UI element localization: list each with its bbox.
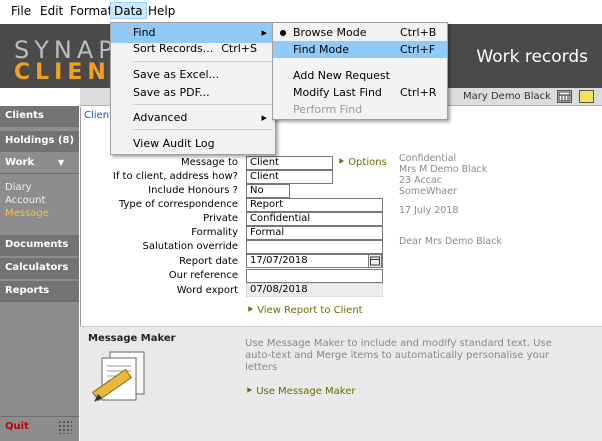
field-label-our-reference: Our reference <box>168 270 238 281</box>
preview-date: 17 July 2018 <box>399 205 459 216</box>
options-link-label: Options <box>348 157 387 168</box>
field-label-message-to: Message to <box>180 157 238 168</box>
preview-salutation: Dear Mrs Demo Black <box>399 236 502 247</box>
menu-edit[interactable]: Edit <box>37 3 66 20</box>
correspondence-type-field[interactable]: Report <box>246 198 383 212</box>
field-label-salutation-override: Salutation override <box>142 241 239 252</box>
menu-separator <box>133 104 273 105</box>
quit-button[interactable]: Quit <box>5 421 29 432</box>
menu-item-sort-records[interactable]: Sort Records... Ctrl+S <box>111 39 275 59</box>
calendar-icon[interactable] <box>368 254 382 268</box>
preview-line: 23 Accac <box>399 175 442 186</box>
preview-line: SomeWhaer <box>399 186 457 197</box>
view-report-label: View Report to Client <box>257 305 363 316</box>
menu-item-add-new-request[interactable]: Add New Request <box>273 67 447 84</box>
submenu-arrow-icon: ▸ <box>261 111 267 124</box>
user-name: Mary Demo Black <box>463 91 551 102</box>
message-to-field[interactable]: Client <box>246 156 333 170</box>
our-reference-field[interactable] <box>246 269 383 283</box>
preview-line: Confidential <box>399 153 457 164</box>
calendar-icon[interactable] <box>557 90 572 103</box>
sidebar-item-message[interactable]: Message <box>5 208 49 219</box>
arrow-right-icon: ⯈ <box>246 305 258 316</box>
menu-item-find-mode-label: Find Mode <box>293 43 350 56</box>
menu-item-browse-label: Browse Mode <box>293 26 367 39</box>
menu-item-find-mode[interactable]: Find Mode Ctrl+F <box>273 41 447 58</box>
sidebar-item-calculators[interactable]: Calculators <box>0 258 79 279</box>
word-export-field: 07/08/2018 <box>246 283 383 297</box>
field-label-report-date: Report date <box>179 256 238 267</box>
menu-help[interactable]: Help <box>145 3 178 20</box>
menu-item-save-pdf[interactable]: Save as PDF... <box>111 83 275 103</box>
menu-separator <box>133 61 273 62</box>
formality-field[interactable]: Formal <box>246 226 383 240</box>
menu-item-browse-mode[interactable]: Browse Mode Ctrl+B <box>273 24 447 41</box>
message-maker-title: Message Maker <box>88 333 176 344</box>
field-label-correspondence-type: Type of correspondence <box>118 199 238 210</box>
sidebar-item-documents[interactable]: Documents <box>0 235 79 256</box>
menu-item-modify-last-find[interactable]: Modify Last Find Ctrl+R <box>273 84 447 101</box>
sidebar: Clients Holdings (8) Work ▼ Diary Accoun… <box>0 106 79 441</box>
menu-item-save-excel[interactable]: Save as Excel... <box>111 65 275 85</box>
menu-item-perform-find: Perform Find <box>273 101 447 118</box>
private-field[interactable]: Confidential <box>246 212 383 226</box>
radio-bullet-icon <box>280 30 286 36</box>
page-title: Work records <box>476 47 588 67</box>
salutation-override-field[interactable] <box>246 240 383 254</box>
address-how-field[interactable]: Client <box>246 170 333 184</box>
message-maker-icon <box>88 350 154 406</box>
field-label-private: Private <box>203 213 238 224</box>
menu-separator <box>133 129 273 130</box>
sidebar-item-work[interactable]: Work ▼ <box>0 153 79 174</box>
sidebar-item-reports[interactable]: Reports <box>0 281 79 302</box>
breadcrumb[interactable]: Client <box>84 110 113 121</box>
grip-icon[interactable] <box>58 420 72 434</box>
preview-line: Mrs M Demo Black <box>399 164 488 175</box>
field-label-word-export: Word export <box>176 285 238 296</box>
menu-item-advanced[interactable]: Advanced ▸ <box>111 108 275 128</box>
shortcut-label: Ctrl+R <box>400 86 437 99</box>
include-honours-field[interactable]: No <box>246 184 290 198</box>
sidebar-item-diary[interactable]: Diary <box>5 182 32 193</box>
menu-item-sort-label: Sort Records... <box>133 42 214 55</box>
field-label-include-honours: Include Honours ? <box>148 185 238 196</box>
shortcut-label: Ctrl+S <box>221 42 257 55</box>
sidebar-item-clients[interactable]: Clients <box>0 106 79 127</box>
message-maker-description: Use Message Maker to include and modify … <box>245 338 552 373</box>
arrow-right-icon: ⯈ <box>245 386 257 397</box>
notes-icon[interactable] <box>579 90 594 103</box>
use-message-maker-label: Use Message Maker <box>256 386 356 397</box>
menu-item-perform-find-label: Perform Find <box>293 103 363 116</box>
field-label-formality: Formality <box>191 227 238 238</box>
shortcut-label: Ctrl+F <box>400 43 436 56</box>
menu-file[interactable]: File <box>8 3 34 20</box>
chevron-down-icon: ▼ <box>58 158 65 167</box>
sidebar-item-holdings[interactable]: Holdings (8) <box>0 131 79 152</box>
menu-item-advanced-label: Advanced <box>133 111 188 124</box>
menu-item-find-label: Find <box>133 26 156 39</box>
menu-data[interactable]: Data <box>110 2 147 19</box>
shortcut-label: Ctrl+B <box>400 26 437 39</box>
menu-item-modify-find-label: Modify Last Find <box>293 86 382 99</box>
arrow-right-icon: ⯈ <box>337 157 349 168</box>
sidebar-item-account[interactable]: Account <box>5 195 45 206</box>
use-message-maker-link[interactable]: ⯈ Use Message Maker <box>245 386 356 397</box>
field-label-address-how: If to client, address how? <box>112 171 238 182</box>
menu-item-view-audit-log[interactable]: View Audit Log <box>111 134 275 154</box>
menu-format[interactable]: Format <box>67 3 115 20</box>
report-date-field[interactable]: 17/07/2018 <box>246 254 383 268</box>
sidebar-item-work-label: Work <box>5 157 35 168</box>
view-report-link[interactable]: ⯈ View Report to Client <box>246 305 363 316</box>
options-link[interactable]: ⯈ Options <box>337 157 387 168</box>
menu-item-add-request-label: Add New Request <box>293 69 390 82</box>
